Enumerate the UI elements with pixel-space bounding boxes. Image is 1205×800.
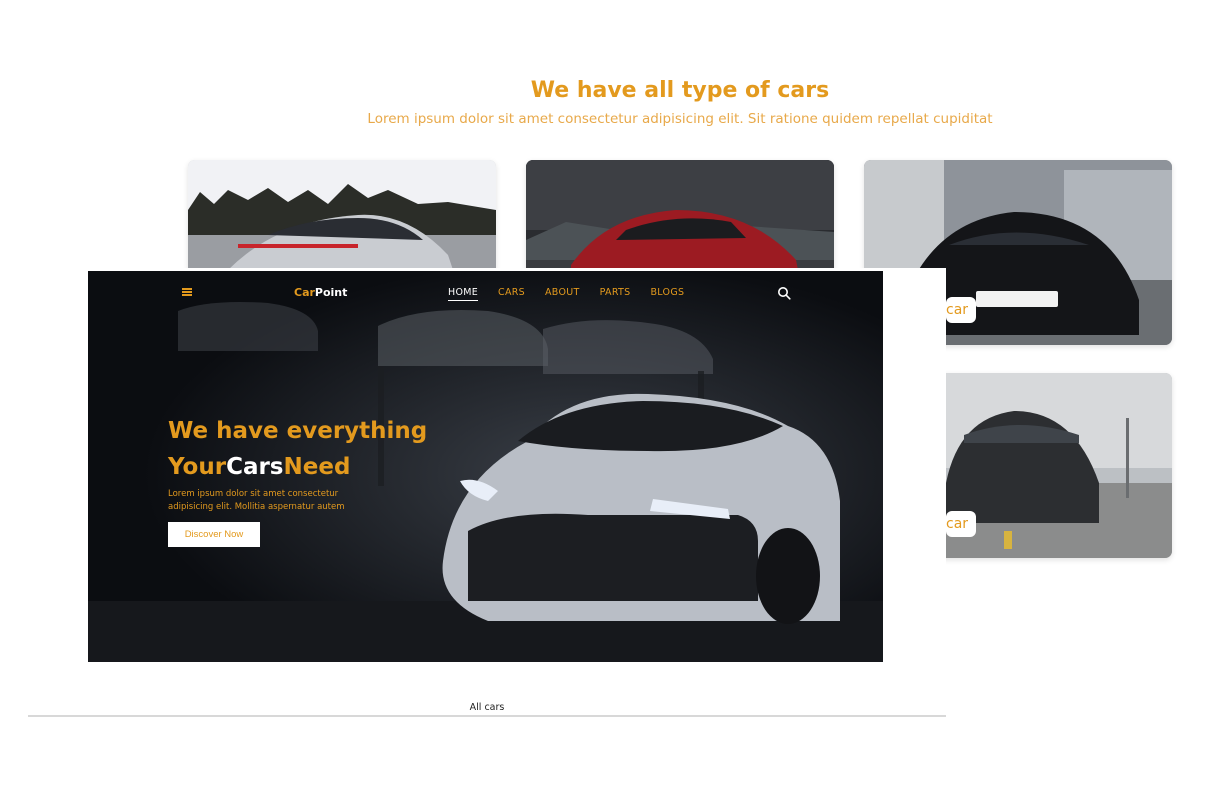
site-preview: CarPoint HOME CARS ABOUT PARTS BLOGS We …: [28, 268, 946, 728]
hero-banner: CarPoint HOME CARS ABOUT PARTS BLOGS We …: [88, 271, 883, 662]
logo-part2: Point: [314, 286, 348, 299]
hero-navbar: CarPoint HOME CARS ABOUT PARTS BLOGS: [88, 284, 883, 304]
section-subtitle: Lorem ipsum dolor sit amet consectetur a…: [367, 111, 993, 127]
nav-link-cars[interactable]: CARS: [498, 287, 525, 301]
search-icon[interactable]: [777, 286, 791, 300]
discover-now-button[interactable]: Discover Now: [168, 522, 260, 547]
logo-part1: Car: [294, 286, 315, 299]
nav-link-about[interactable]: ABOUT: [545, 287, 580, 301]
hero-headline-line1: We have everything: [168, 418, 428, 444]
headline-word-your: Your: [168, 454, 227, 480]
hero-headline: We have everything YourCarsNeed: [168, 413, 427, 485]
hero-headline-line2: YourCarsNeed: [168, 449, 427, 485]
card-chip-label: car: [946, 511, 977, 537]
nav-link-parts[interactable]: PARTS: [600, 287, 631, 301]
menu-icon[interactable]: [182, 288, 192, 296]
headline-word-cars: Cars: [226, 454, 284, 480]
site-logo[interactable]: CarPoint: [294, 286, 347, 299]
hero-paragraph: Lorem ipsum dolor sit amet consectetur a…: [168, 489, 345, 512]
nav-link-home[interactable]: HOME: [448, 287, 479, 301]
card-chip-label: car: [946, 297, 977, 323]
nav-link-blogs[interactable]: BLOGS: [650, 287, 684, 301]
section-title: We have all type of cars: [530, 78, 830, 103]
all-cars-tab[interactable]: All cars: [28, 702, 946, 713]
tab-underline: [28, 715, 946, 717]
headline-word-need: Need: [283, 454, 351, 480]
nav-links: HOME CARS ABOUT PARTS BLOGS: [448, 287, 684, 301]
